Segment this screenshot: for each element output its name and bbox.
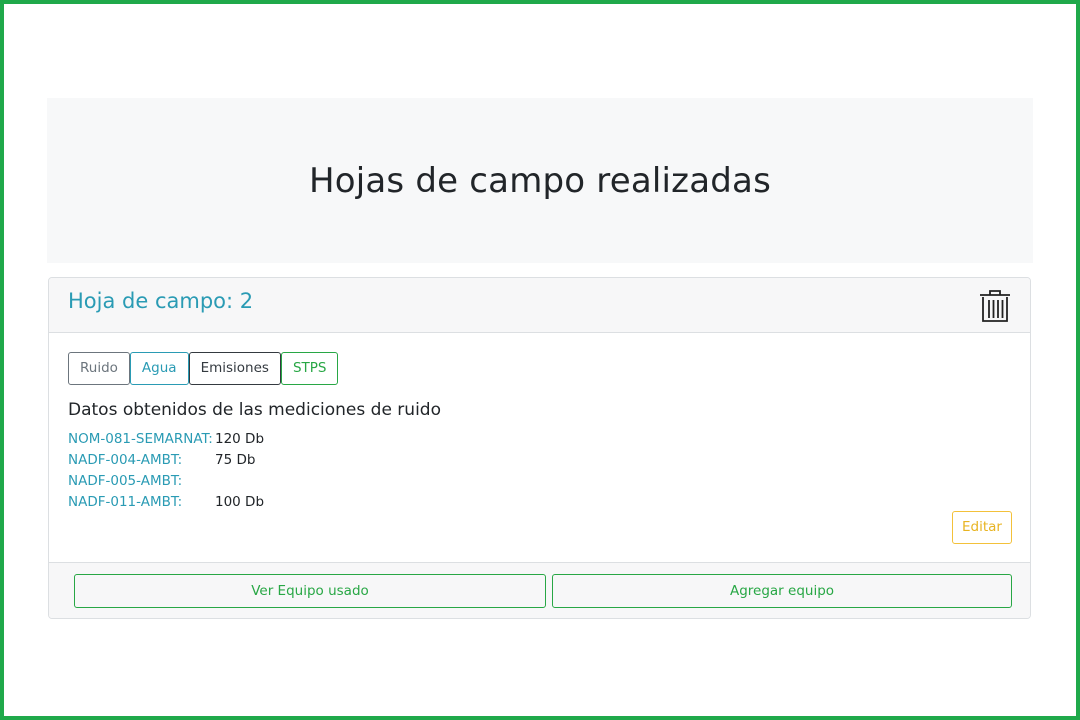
page-title: Hojas de campo realizadas [308, 160, 771, 201]
measurement-label: NADF-011-AMBT: [68, 494, 183, 510]
card-title: Hoja de campo: 2 [68, 289, 254, 313]
measurement-value: 100 Db [215, 494, 265, 510]
measurement-label: NADF-004-AMBT: [68, 452, 183, 468]
measurement-label: NADF-005-AMBT: [68, 473, 183, 489]
measurement-label: NOM-081-SEMARNAT: [68, 431, 213, 447]
measurement-row: NADF-004-AMBT: 75 Db [68, 450, 264, 471]
tab-agua[interactable]: Agua [129, 352, 189, 385]
add-equipment-button[interactable]: Agregar equipo [552, 574, 1012, 608]
section-title: Datos obtenidos de las mediciones de rui… [68, 400, 441, 420]
trash-icon[interactable] [978, 288, 1012, 324]
page-header: Hojas de campo realizadas [47, 98, 1033, 263]
measurement-list: NOM-081-SEMARNAT: 120 Db NADF-004-AMBT: … [68, 429, 264, 513]
measurement-row: NADF-011-AMBT: 100 Db [68, 492, 264, 513]
measurement-value: 120 Db [215, 431, 265, 447]
tab-ruido[interactable]: Ruido [68, 352, 130, 385]
field-sheet-card: Hoja de campo: 2 Ruido Agua Emisiones ST… [48, 277, 1031, 619]
card-footer: Ver Equipo usado Agregar equipo [49, 562, 1030, 618]
card-header: Hoja de campo: 2 [49, 278, 1030, 333]
measurement-row: NOM-081-SEMARNAT: 120 Db [68, 429, 264, 450]
view-equipment-button[interactable]: Ver Equipo usado [74, 574, 546, 608]
page-frame: Hojas de campo realizadas Hoja de campo:… [0, 0, 1080, 720]
measurement-row: NADF-005-AMBT: [68, 471, 264, 492]
edit-button[interactable]: Editar [952, 511, 1012, 544]
tab-stps[interactable]: STPS [280, 352, 339, 385]
measurement-value: 75 Db [215, 452, 256, 468]
measurement-tabs: Ruido Agua Emisiones STPS [68, 352, 339, 385]
tab-emisiones[interactable]: Emisiones [188, 352, 281, 385]
